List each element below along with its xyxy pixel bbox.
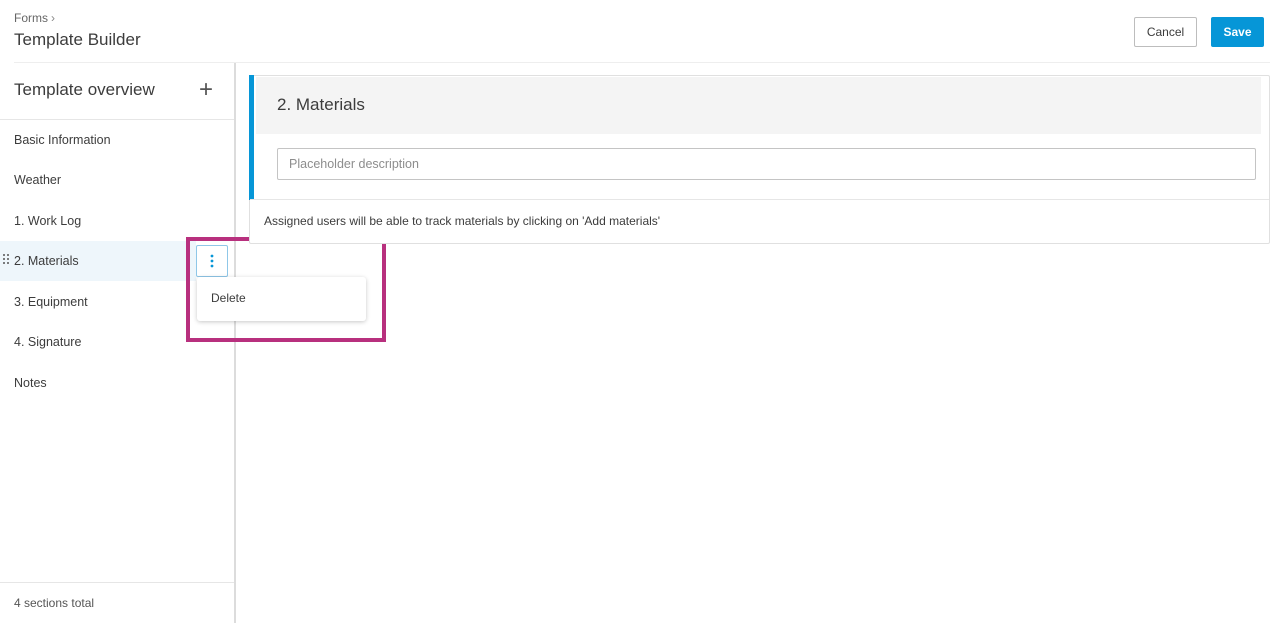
cancel-button[interactable]: Cancel [1134,17,1197,47]
sidebar-item-label: 3. Equipment [14,295,88,309]
section-title: 2. Materials [277,95,365,114]
save-button[interactable]: Save [1211,17,1264,47]
sidebar-item-weather[interactable]: Weather [0,160,234,200]
sidebar-item-label: Notes [14,376,47,390]
sidebar-item-label: Basic Information [14,133,111,147]
sidebar-item-notes[interactable]: Notes [0,363,234,403]
breadcrumb-separator: › [51,11,55,25]
sidebar-item-label: 1. Work Log [14,214,82,228]
template-overview-sidebar: Template overview + Basic Information We… [0,63,234,623]
highlight-annotation-box [186,237,386,342]
sidebar-title: Template overview [14,80,155,99]
sidebar-item-label: 4. Signature [14,335,82,349]
section-accent-bar [249,75,254,200]
plus-icon[interactable]: + [196,78,216,102]
sections-count: 4 sections total [14,596,95,610]
top-header: Forms › Template Builder Cancel Save [0,0,1282,62]
sidebar-item-work-log[interactable]: 1. Work Log [0,201,234,241]
breadcrumb-forms-link[interactable]: Forms [14,11,48,25]
sidebar-item-label: Weather [14,173,62,187]
sidebar-divider[interactable] [234,63,236,623]
section-note: Assigned users will be able to track mat… [264,214,661,228]
drag-handle-icon[interactable] [3,254,11,268]
section-description-input[interactable] [277,148,1256,180]
section-card-header [256,77,1261,134]
sidebar-item-basic-information[interactable]: Basic Information [0,120,234,160]
sidebar-footer-divider [0,582,234,583]
sidebar-item-materials[interactable]: 2. Materials [0,241,196,281]
breadcrumb: Forms › [14,11,55,25]
sidebar-item-label: 2. Materials [14,254,79,268]
section-card-divider [250,199,1269,200]
page-title: Template Builder [14,30,141,49]
